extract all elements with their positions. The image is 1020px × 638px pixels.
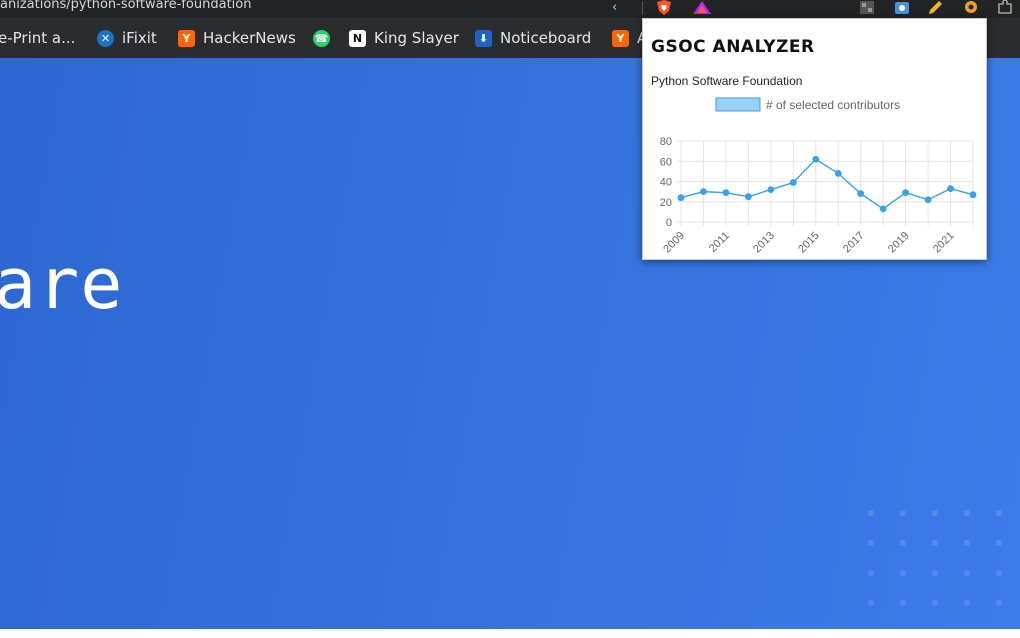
bookmark-label: King Slayer: [374, 29, 459, 47]
y-tick-label: 60: [660, 156, 672, 168]
x-axis-ticks: 2009 2011 2013 2015 2017 2019 2021: [661, 230, 956, 256]
bookmark-label: HackerNews: [203, 29, 296, 47]
data-point: [789, 179, 797, 186]
decorative-dot: [932, 600, 938, 606]
gsoc-analyzer-popup: GSOC ANALYZER Python Software Foundation…: [642, 18, 987, 260]
decorative-dot: [900, 540, 906, 546]
data-point: [677, 194, 685, 202]
chart-grid: [677, 140, 974, 226]
y-tick-label: 80: [660, 136, 672, 148]
y-tick-label: 20: [660, 197, 672, 209]
contributors-line-chart: # of selected contributors 0 20 40 60 80 200…: [660, 97, 977, 256]
decorative-dot: [868, 570, 874, 576]
bookmark-king-slayer[interactable]: N King Slayer: [349, 28, 459, 48]
decorative-dot: [964, 600, 970, 606]
decorative-dot: [964, 540, 970, 546]
divider: [642, 1, 643, 15]
qr-code-icon[interactable]: [858, 0, 876, 15]
decorative-dot: [900, 510, 906, 516]
whatsapp-icon: ☎: [313, 29, 330, 47]
data-point: [744, 193, 752, 201]
notion-icon: N: [349, 29, 366, 47]
data-point: [902, 189, 910, 197]
gear-extension-icon[interactable]: [962, 0, 980, 15]
data-point: [834, 170, 842, 177]
bookmark-label: e-Print a...: [0, 29, 76, 47]
decorative-dot: [996, 540, 1002, 546]
bookmark-hackernews[interactable]: Y HackerNews: [178, 28, 296, 48]
data-point: [947, 185, 954, 192]
camera-extension-icon[interactable]: [893, 0, 911, 15]
decorative-dot: [932, 570, 938, 576]
decorative-dot: [868, 540, 874, 546]
organization-name: Python Software Foundation: [651, 74, 803, 88]
decorative-dot: [964, 570, 970, 576]
x-tick-label: 2015: [796, 230, 822, 256]
decorative-dot: [932, 510, 938, 516]
decorative-dot: [900, 570, 906, 576]
decorative-dot: [868, 510, 874, 516]
address-bar[interactable]: anizations/python-software-foundation ‹: [0, 0, 1020, 18]
bookmark-whatsapp[interactable]: ☎: [313, 28, 338, 48]
legend-swatch[interactable]: [715, 97, 761, 112]
legend-label[interactable]: # of selected contributors: [766, 98, 900, 112]
bookmark-ifixit[interactable]: ✕ iFixit: [97, 28, 157, 48]
bookmark-label: iFixit: [122, 29, 157, 47]
data-point: [924, 196, 932, 204]
page-bottom-strip: [0, 629, 1020, 638]
data-point: [879, 205, 887, 213]
hackernews-icon: Y: [612, 29, 629, 47]
decorative-dot: [868, 600, 874, 606]
bookmark-label: Noticeboard: [500, 29, 592, 47]
y-tick-label: 0: [666, 217, 672, 229]
ifixit-icon: ✕: [97, 29, 114, 47]
share-icon[interactable]: ‹: [612, 0, 617, 15]
decorative-dot: [996, 570, 1002, 576]
chart-series: [677, 155, 977, 213]
x-tick-label: 2017: [841, 230, 867, 256]
brave-shield-icon[interactable]: [655, 0, 673, 15]
brave-rewards-icon[interactable]: [692, 0, 712, 15]
pencil-extension-icon[interactable]: [926, 0, 944, 15]
url-text[interactable]: anizations/python-software-foundation: [0, 0, 251, 12]
data-point: [700, 188, 707, 196]
x-tick-label: 2013: [751, 230, 777, 256]
x-tick-label: 2011: [707, 230, 732, 255]
x-tick-label: 2019: [886, 230, 912, 256]
hero-heading: are: [0, 243, 124, 325]
decorative-dot: [932, 540, 938, 546]
decorative-dot: [996, 600, 1002, 606]
x-tick-label: 2009: [661, 230, 687, 256]
y-axis-ticks: 0 20 40 60 80: [660, 136, 672, 229]
hackernews-icon: Y: [178, 29, 195, 47]
puzzle-icon[interactable]: [996, 0, 1014, 15]
decorative-dot: [964, 510, 970, 516]
noticeboard-icon: ⬇: [475, 29, 492, 47]
data-point: [722, 189, 730, 197]
bookmark-noticeboard[interactable]: ⬇ Noticeboard: [475, 28, 591, 48]
bookmark-eprint[interactable]: e-Print a...: [0, 28, 75, 48]
decorative-dot: [900, 600, 906, 606]
y-tick-label: 40: [660, 177, 672, 189]
popup-title: GSOC ANALYZER: [651, 37, 815, 57]
x-tick-label: 2021: [931, 230, 957, 256]
data-point: [969, 191, 977, 199]
data-point: [812, 155, 820, 163]
data-point: [767, 186, 775, 193]
data-point: [857, 190, 865, 198]
decorative-dot: [996, 510, 1002, 516]
